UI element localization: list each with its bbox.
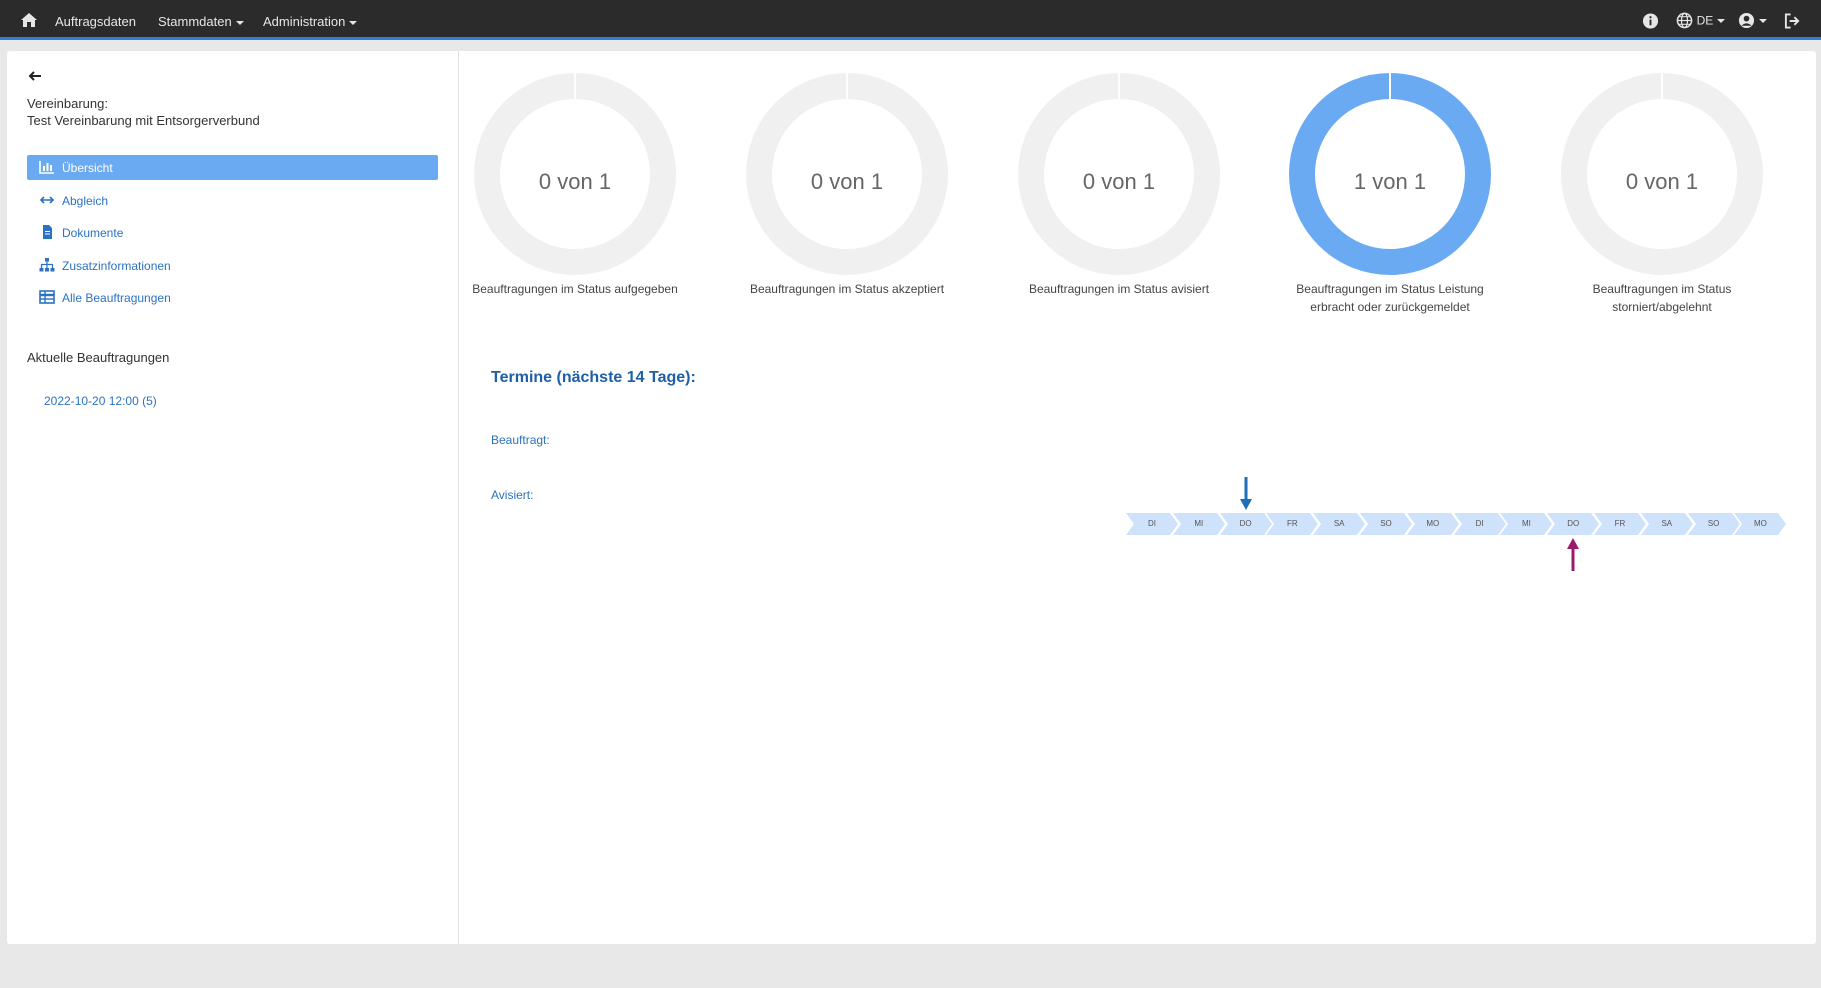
status-donut-chart: 0 von 1 Beauftragungen im Status aufgegeb…: [465, 71, 685, 298]
day-label: MI: [1194, 519, 1204, 528]
day-label: DI: [1148, 519, 1156, 528]
globe-icon: [1676, 12, 1693, 29]
caption-line: Beauftragungen im Status akzeptiert: [749, 282, 945, 296]
sidebar-item-abgleich[interactable]: Abgleich: [27, 188, 438, 213]
status-donut-chart: 0 von 1 Beauftragungen im Status akzeptie…: [737, 71, 957, 298]
donut-caption: Beauftragungen im Status Leistung erbrach…: [1280, 280, 1500, 316]
chart-icon: [39, 161, 54, 174]
sidebar: Vereinbarung: Test Vereinbarung mit Ents…: [7, 51, 459, 944]
top-navbar: Auftragsdaten Stammdaten Administration …: [0, 0, 1821, 40]
day-label: FR: [1287, 519, 1298, 528]
caret-down-icon: [235, 20, 244, 25]
day-chevron: SO: [1687, 513, 1740, 535]
donut-count: 0 von 1: [810, 169, 884, 194]
info-icon[interactable]: [1642, 12, 1659, 30]
document-icon: [43, 225, 52, 239]
day-label: MO: [1753, 519, 1767, 528]
current-order-link[interactable]: 2022-10-20 12:00 (5): [44, 394, 157, 408]
day-chevron: DI: [1126, 513, 1178, 535]
donut-caption: Beauftragungen im Status storniert/abgele…: [1552, 280, 1772, 316]
donut-caption: Beauftragungen im Status aufgegeben: [465, 280, 685, 298]
day-label: SA: [1661, 519, 1673, 528]
donut-caption: Beauftragungen im Status akzeptiert: [737, 280, 957, 298]
main-card: Vereinbarung: Test Vereinbarung mit Ents…: [7, 51, 1816, 944]
day-chevron: SA: [1313, 513, 1366, 535]
day-chevron: MO: [1734, 513, 1787, 535]
nav-auftragsdaten[interactable]: Auftragsdaten: [55, 14, 136, 29]
day-chevron: FR: [1594, 513, 1646, 535]
caption-line: Beauftragungen im Status aufgegeben: [472, 282, 678, 296]
termine-title: Termine (nächste 14 Tage):: [491, 369, 696, 386]
donut-caption: Beauftragungen im Status avisiert: [1009, 280, 1229, 298]
caption-line: Beauftragungen im Status Leistung: [1296, 282, 1484, 296]
caption-line: storniert/abgelehnt: [1612, 300, 1712, 314]
donut-count: 0 von 1: [1625, 169, 1699, 194]
donut-count: 1 von 1: [1353, 169, 1427, 194]
day-chevron: DO: [1219, 513, 1272, 535]
language-dropdown[interactable]: DE: [1676, 12, 1726, 29]
caption-line: erbracht oder zurückgemeldet: [1310, 300, 1470, 314]
day-label: DI: [1475, 519, 1484, 528]
day-chevron: SO: [1360, 513, 1412, 535]
avisiert-arrow-icon: [1567, 538, 1580, 571]
day-label: MI: [1521, 519, 1531, 528]
table-icon: [39, 290, 55, 304]
avisiert-label: Avisiert:: [491, 488, 534, 502]
user-menu-dropdown[interactable]: [1738, 12, 1767, 29]
donut-count: 0 von 1: [538, 169, 612, 194]
overview-content: 0 von 1 Beauftragungen im Status aufgegeb…: [459, 51, 1816, 944]
day-label: FR: [1614, 519, 1626, 528]
caption-line: Beauftragungen im Status avisiert: [1028, 282, 1210, 296]
day-chevron: DI: [1453, 513, 1506, 535]
caret-down-icon: [349, 20, 358, 25]
home-icon[interactable]: [20, 11, 38, 29]
logout-icon[interactable]: [1784, 12, 1801, 30]
beauftragt-arrow-icon: [1239, 477, 1252, 510]
donut-count: 0 von 1: [1082, 169, 1156, 194]
sidebar-item-alle-beauftragungen[interactable]: Alle Beauftragungen: [27, 285, 438, 310]
user-icon: [1738, 13, 1755, 29]
sidebar-item-zusatzinformationen[interactable]: Zusatzinformationen: [27, 253, 438, 278]
current-orders-title: Aktuelle Beauftragungen: [27, 350, 170, 365]
arrows-horizontal-icon: [39, 195, 55, 204]
day-label: DO: [1567, 519, 1580, 528]
day-chevron: MO: [1406, 513, 1459, 535]
status-donut-chart: 0 von 1 Beauftragungen im Status storniert…: [1552, 71, 1772, 316]
day-label: SO: [1380, 519, 1392, 528]
status-donut-chart: 1 von 1 Beauftragungen im Status Leistung…: [1280, 71, 1500, 316]
day-chevron: SA: [1640, 513, 1693, 535]
day-timeline: DI MI DO FR SA SO MO DI MI DO FR SA SO MO: [1126, 513, 1787, 535]
day-chevron: FR: [1266, 513, 1319, 535]
language-label: DE: [1696, 13, 1714, 28]
nav-stammdaten-dropdown[interactable]: Stammdaten: [158, 14, 244, 29]
sidebar-item-uebersicht[interactable]: Übersicht: [27, 155, 438, 180]
nav-administration-dropdown[interactable]: Administration: [263, 14, 358, 29]
day-chevron: DO: [1547, 513, 1600, 535]
beauftragt-label: Beauftragt:: [491, 433, 550, 447]
sidebar-item-dokumente[interactable]: Dokumente: [27, 220, 438, 245]
back-arrow-icon[interactable]: [27, 68, 43, 84]
status-donut-chart: 0 von 1 Beauftragungen im Status avisiert: [1009, 71, 1229, 298]
agreement-name: Test Vereinbarung mit Entsorgerverbund: [27, 113, 260, 128]
day-chevron: MI: [1500, 513, 1553, 535]
day-label: SA: [1333, 519, 1345, 528]
sidebar-menu: Übersicht Abgleich Dokumente Zusatzinfor…: [27, 155, 438, 318]
agreement-label: Vereinbarung:: [27, 96, 108, 111]
day-label: DO: [1239, 519, 1252, 528]
day-label: MO: [1426, 519, 1440, 528]
caption-line: Beauftragungen im Status: [1592, 282, 1732, 296]
day-chevron: MI: [1172, 513, 1225, 535]
sitemap-icon: [39, 257, 55, 271]
day-label: SO: [1707, 519, 1720, 528]
